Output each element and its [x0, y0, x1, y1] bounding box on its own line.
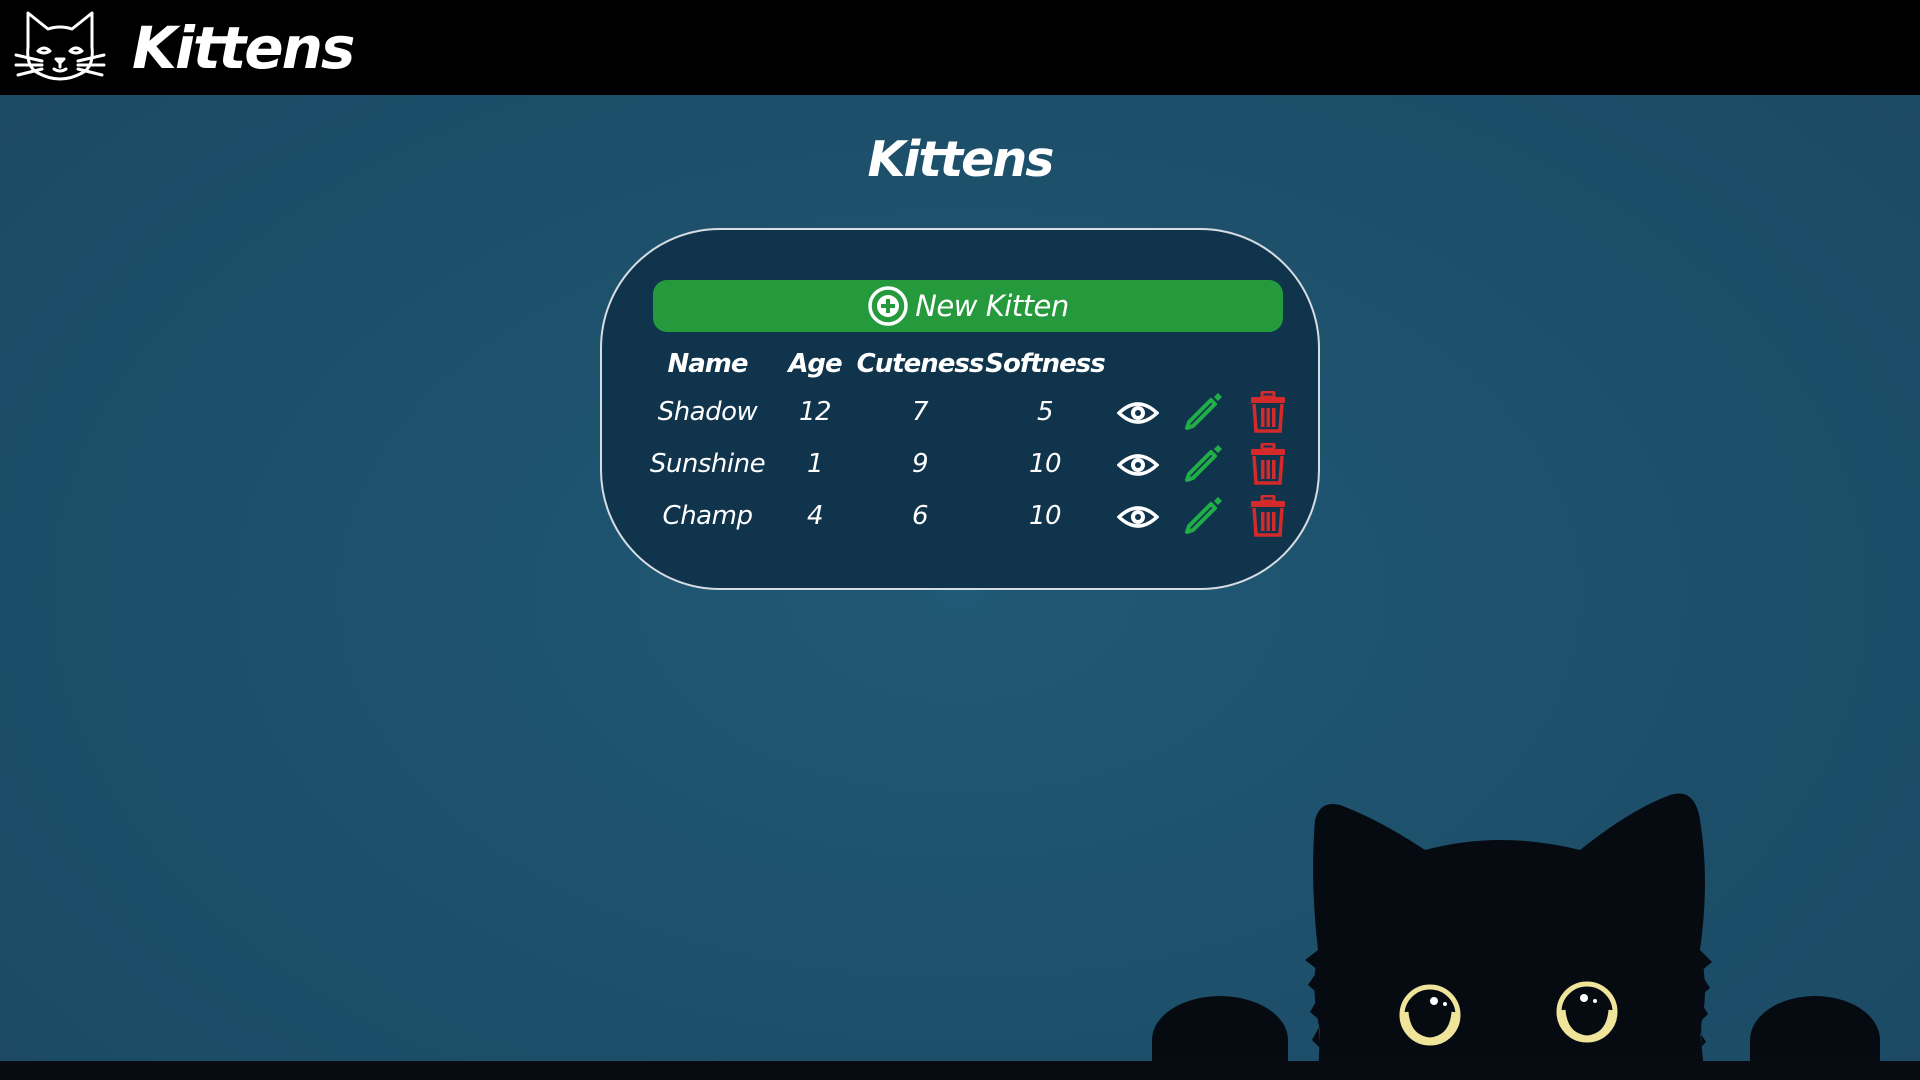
kitten-cuteness: 9 [911, 449, 929, 479]
kitten-name: Champ [662, 501, 753, 531]
eye-icon[interactable] [1116, 503, 1159, 531]
kitten-age: 4 [806, 501, 824, 531]
eye-icon[interactable] [1116, 451, 1159, 479]
trash-icon[interactable] [1250, 495, 1286, 537]
kittens-card: New Kitten Name Age Cuteness Softness Sh… [600, 228, 1320, 590]
table-row: Sunshine 1 9 10 [640, 438, 1300, 490]
pencil-icon[interactable] [1183, 496, 1223, 536]
kittens-table: Name Age Cuteness Softness Shadow 12 7 5 [640, 342, 1300, 542]
kitten-name: Sunshine [649, 449, 766, 479]
trash-icon[interactable] [1250, 391, 1286, 433]
column-header-softness: Softness [985, 349, 1105, 379]
page-title: Kittens [867, 131, 1055, 188]
column-header-cuteness: Cuteness [856, 349, 985, 379]
kitten-cuteness: 7 [911, 397, 929, 427]
brand-title[interactable]: Kittens [132, 13, 355, 83]
eye-icon[interactable] [1116, 399, 1159, 427]
table-row: Champ 4 6 10 [640, 490, 1300, 542]
plus-circle-icon [868, 286, 908, 326]
pencil-icon[interactable] [1183, 392, 1223, 432]
kitten-age: 1 [806, 449, 824, 479]
kitten-softness: 5 [1036, 397, 1054, 427]
new-kitten-label: New Kitten [915, 289, 1069, 323]
cat-head-icon[interactable] [14, 7, 106, 85]
trash-icon[interactable] [1250, 443, 1286, 485]
kitten-name: Shadow [657, 397, 758, 427]
table-row: Shadow 12 7 5 [640, 386, 1300, 438]
bottom-bar [0, 1061, 1920, 1080]
new-kitten-button[interactable]: New Kitten [653, 280, 1283, 332]
pencil-icon[interactable] [1183, 444, 1223, 484]
peeking-cat-illustration [1152, 793, 1880, 1080]
kitten-softness: 10 [1028, 501, 1062, 531]
kitten-cuteness: 6 [911, 501, 929, 531]
navbar: Kittens [0, 0, 1920, 95]
kitten-age: 12 [798, 397, 832, 427]
table-header-row: Name Age Cuteness Softness [640, 342, 1300, 386]
kitten-softness: 10 [1028, 449, 1062, 479]
column-header-name: Name [667, 349, 748, 379]
column-header-age: Age [788, 349, 842, 379]
